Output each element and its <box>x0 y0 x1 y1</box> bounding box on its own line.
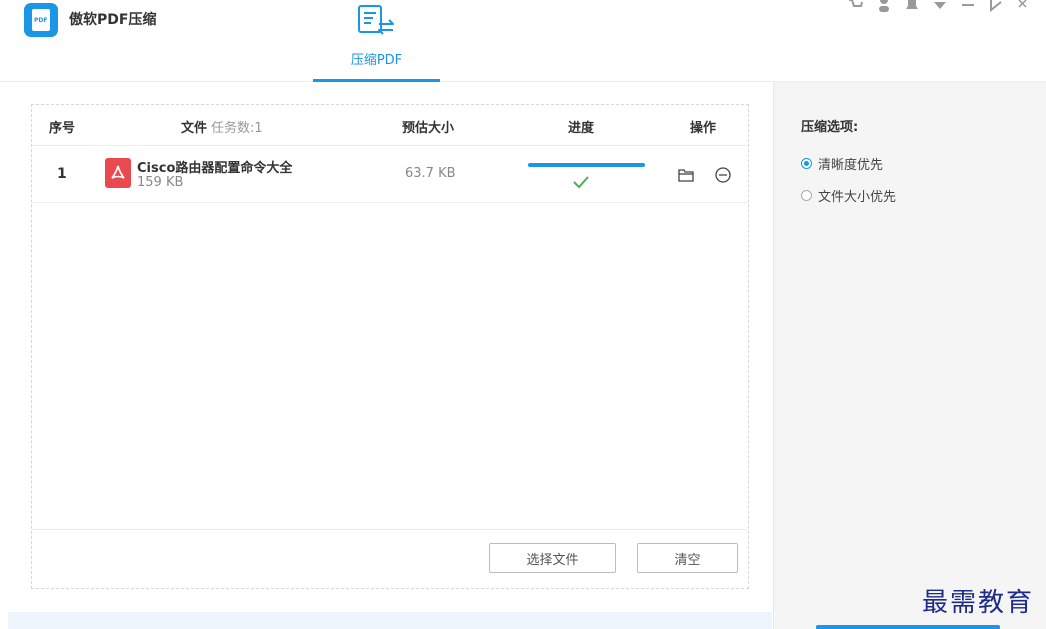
window-controls <box>848 0 1032 14</box>
close-icon[interactable] <box>1016 0 1032 12</box>
file-name: Cisco路由器配置命令大全 <box>137 161 293 176</box>
compress-pdf-icon <box>358 5 394 35</box>
tab-label: 压缩PDF <box>350 53 403 68</box>
file-size: 159 KB <box>137 175 184 190</box>
table-header: 序号 文件 任务数:1 预估大小 进度 操作 <box>32 105 748 145</box>
minimize-icon[interactable] <box>960 0 976 12</box>
col-index: 序号 <box>49 121 76 136</box>
app-title: 傲软PDF压缩 <box>69 12 157 28</box>
options-sidebar: 压缩选项: 清晰度优先 文件大小优先 <box>773 82 1046 629</box>
user-icon[interactable] <box>876 0 892 12</box>
pdf-file-icon <box>105 158 131 188</box>
dropdown-icon[interactable] <box>932 0 948 12</box>
status-strip <box>8 612 772 629</box>
radio-selected-icon[interactable] <box>801 158 812 169</box>
select-file-button[interactable]: 选择文件 <box>489 543 616 573</box>
row-index: 1 <box>57 166 67 182</box>
check-icon <box>573 176 589 189</box>
table-row[interactable]: 1 Cisco路由器配置命令大全 159 KB 63.7 KB <box>32 145 748 203</box>
option-size-priority[interactable]: 文件大小优先 <box>801 186 896 205</box>
title-bar: PDF 傲软PDF压缩 压缩PDF <box>0 0 1046 82</box>
task-count: 任务数:1 <box>211 121 263 136</box>
col-actions: 操作 <box>690 121 717 136</box>
start-button[interactable] <box>816 625 1000 629</box>
bell-icon[interactable] <box>904 0 920 12</box>
col-estimated-size: 预估大小 <box>402 121 455 136</box>
watermark: 最需教育 <box>922 588 1035 618</box>
remove-icon[interactable] <box>714 166 732 184</box>
logo-text: PDF <box>34 17 48 24</box>
col-progress: 进度 <box>568 121 595 136</box>
panel-footer: 选择文件 清空 <box>32 529 748 589</box>
options-title: 压缩选项: <box>801 120 859 135</box>
restore-icon[interactable] <box>988 0 1004 12</box>
estimated-size: 63.7 KB <box>405 166 456 181</box>
cart-icon[interactable] <box>848 0 864 12</box>
col-file-label: 文件 <box>181 121 208 136</box>
progress-bar <box>528 163 645 167</box>
option-label: 文件大小优先 <box>818 190 897 205</box>
file-list-panel: 序号 文件 任务数:1 预估大小 进度 操作 1 Cisco路由器配置命令大全 1… <box>31 104 749 589</box>
app-logo: PDF <box>24 3 58 37</box>
progress-bar-fill <box>528 163 645 167</box>
option-clarity-priority[interactable]: 清晰度优先 <box>801 154 883 173</box>
clear-button[interactable]: 清空 <box>637 543 738 573</box>
option-label: 清晰度优先 <box>818 158 884 173</box>
tab-compress-pdf[interactable]: 压缩PDF <box>313 0 440 82</box>
col-file: 文件 任务数:1 <box>181 117 263 136</box>
app-window: PDF 傲软PDF压缩 压缩PDF 序号 文件 任务数:1 预估大小 进度 操作… <box>0 0 1046 629</box>
open-folder-icon[interactable] <box>678 168 694 182</box>
main-area: 序号 文件 任务数:1 预估大小 进度 操作 1 Cisco路由器配置命令大全 1… <box>8 82 772 612</box>
radio-unselected-icon[interactable] <box>801 190 812 201</box>
